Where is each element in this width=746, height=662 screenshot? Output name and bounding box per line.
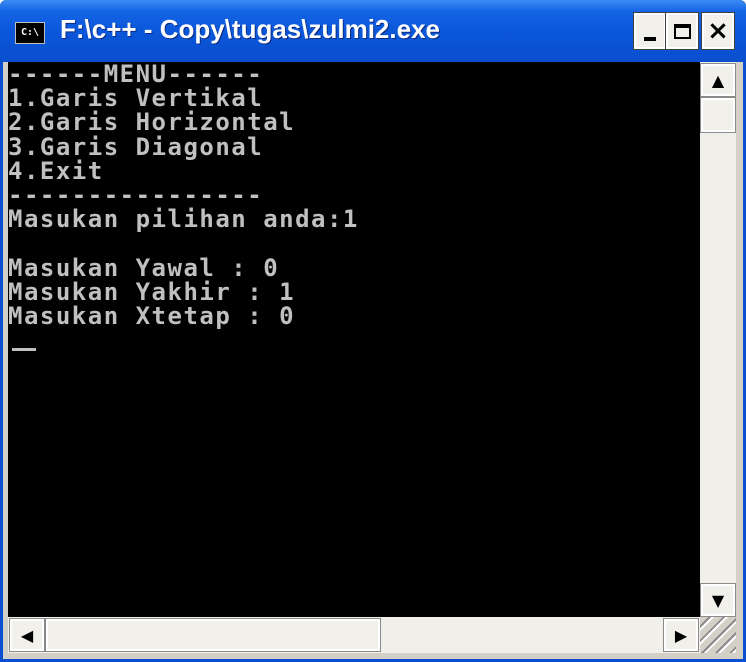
- resize-grip[interactable]: [700, 617, 736, 653]
- horizontal-scrollbar[interactable]: ◀ ▶: [8, 617, 700, 653]
- title-bar[interactable]: C:\ F:\c++ - Copy\tugas\zulmi2.exe ×: [0, 0, 746, 62]
- console-output[interactable]: ------MENU------ 1.Garis Vertikal 2.Gari…: [8, 62, 700, 617]
- window-title: F:\c++ - Copy\tugas\zulmi2.exe: [60, 14, 440, 44]
- close-button[interactable]: ×: [701, 12, 735, 50]
- horizontal-scroll-thumb[interactable]: [45, 618, 381, 652]
- scroll-down-button[interactable]: ▼: [700, 583, 736, 617]
- arrow-left-icon: ◀: [20, 625, 34, 645]
- minimize-button[interactable]: [633, 12, 667, 50]
- scroll-right-button[interactable]: ▶: [663, 618, 699, 652]
- console-line: Masukan Xtetap : 0: [8, 302, 296, 331]
- console-line: Masukan pilihan anda:1: [8, 205, 359, 234]
- text-cursor: [12, 348, 36, 351]
- console-text: ------MENU------ 1.Garis Vertikal 2.Gari…: [8, 62, 700, 328]
- maximize-icon: [673, 23, 691, 39]
- maximize-button[interactable]: [665, 12, 699, 50]
- arrow-right-icon: ▶: [674, 625, 688, 645]
- scroll-up-button[interactable]: ▲: [700, 63, 736, 97]
- arrow-down-icon: ▼: [711, 590, 725, 610]
- arrow-up-icon: ▲: [711, 70, 725, 90]
- console-window: C:\ F:\c++ - Copy\tugas\zulmi2.exe × ---…: [0, 0, 746, 662]
- close-icon: ×: [707, 16, 729, 46]
- vertical-scroll-thumb[interactable]: [700, 97, 736, 133]
- minimize-icon: [644, 37, 656, 41]
- scroll-left-button[interactable]: ◀: [9, 618, 45, 652]
- console-app-icon[interactable]: C:\: [15, 22, 45, 44]
- vertical-scrollbar[interactable]: ▲ ▼: [700, 62, 736, 617]
